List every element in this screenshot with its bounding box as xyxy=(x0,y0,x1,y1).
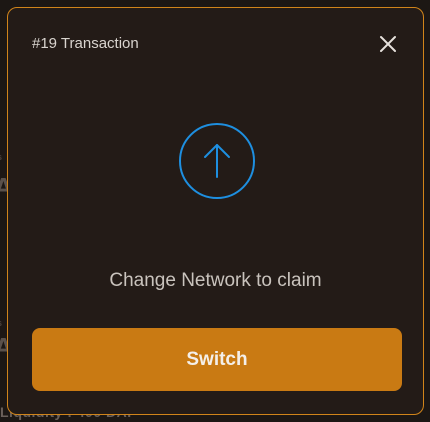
network-message: Change Network to claim xyxy=(109,270,322,291)
switch-network-button[interactable]: Switch xyxy=(32,328,402,391)
close-icon xyxy=(380,36,396,52)
modal-title: #19 Transaction xyxy=(32,35,139,52)
background-text-fragment: s xyxy=(0,152,2,162)
transaction-modal: #19 Transaction Change Network to claim … xyxy=(7,7,424,415)
arrow-up-circle-icon xyxy=(179,123,255,199)
close-button[interactable] xyxy=(378,34,398,54)
background-text-fragment: s xyxy=(0,318,2,328)
